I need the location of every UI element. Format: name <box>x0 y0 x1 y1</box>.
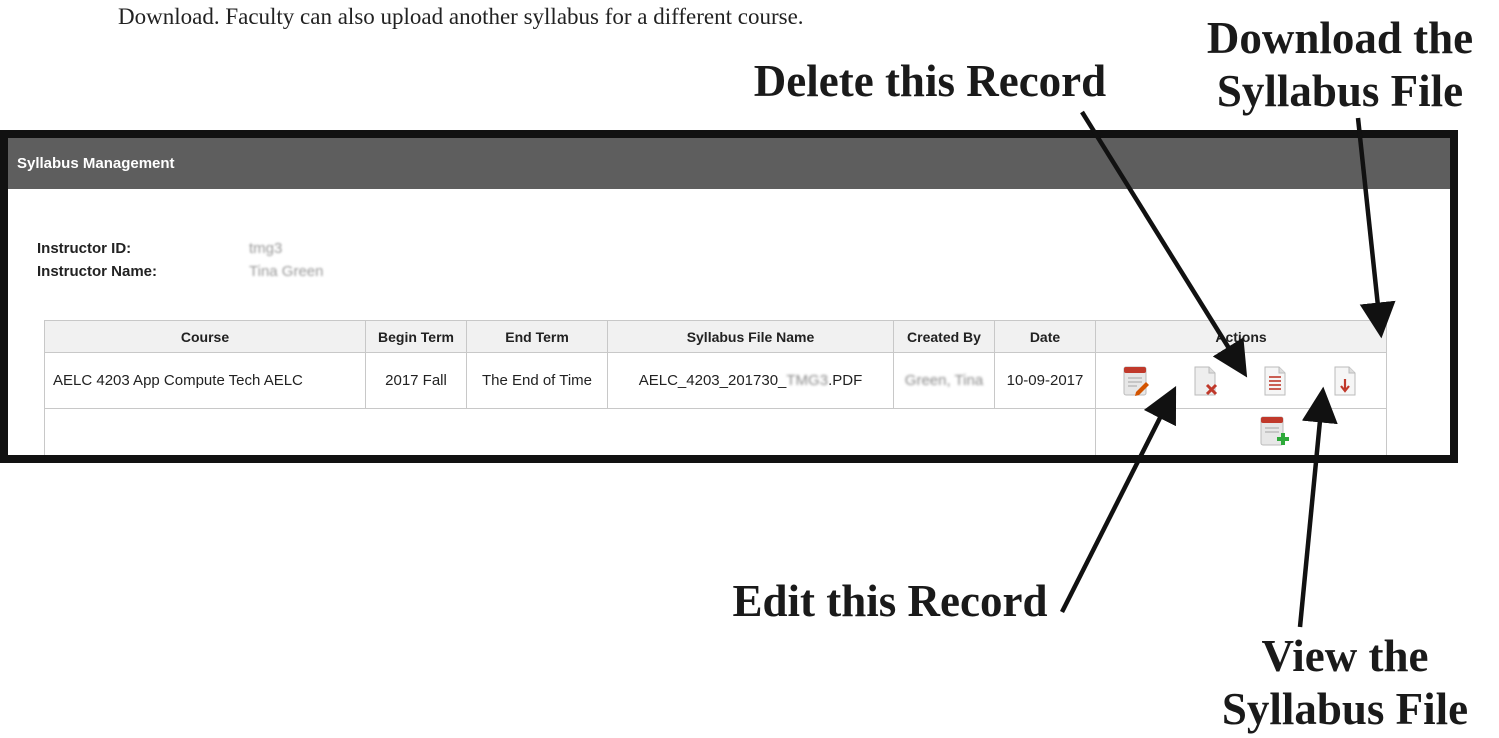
file-name-blurred: TMG3 <box>786 372 829 389</box>
instructor-id-row: Instructor ID: tmg3 <box>37 240 282 257</box>
instructor-name-value: Tina Green <box>249 263 324 280</box>
cell-date: 10-09-2017 <box>994 352 1096 409</box>
file-name-suffix: .PDF <box>828 372 863 389</box>
edit-record-icon[interactable] <box>1123 365 1149 397</box>
syllabus-management-panel: Syllabus Management Instructor ID: tmg3 … <box>0 130 1458 463</box>
panel-title: Syllabus Management <box>8 138 1450 189</box>
column-header-end-term: End Term <box>466 320 608 353</box>
column-header-date: Date <box>994 320 1096 353</box>
table-header-row: Course Begin Term End Term Syllabus File… <box>44 320 1387 353</box>
cell-actions <box>1095 352 1387 409</box>
instructor-name-row: Instructor Name: Tina Green <box>37 263 323 280</box>
instructor-name-label: Instructor Name: <box>37 263 158 280</box>
column-header-actions: Actions <box>1095 320 1387 353</box>
callout-view-line1: View the <box>1261 631 1429 681</box>
column-header-file-name: Syllabus File Name <box>607 320 894 353</box>
callout-download-line2: Syllabus File <box>1216 66 1464 116</box>
callout-delete-record: Delete this Record <box>753 56 1107 106</box>
cell-begin-term: 2017 Fall <box>365 352 467 409</box>
delete-record-icon[interactable] <box>1193 365 1219 397</box>
table-row-empty <box>44 408 1387 455</box>
callout-edit-record: Edit this Record <box>732 576 1048 626</box>
cell-file-name: AELC_4203_201730_TMG3.PDF <box>607 352 894 409</box>
empty-cell <box>44 408 1096 455</box>
column-header-course: Course <box>44 320 366 353</box>
add-record-icon[interactable] <box>1260 416 1290 448</box>
instructor-id-value: tmg3 <box>249 240 283 257</box>
callout-view-file: View the Syllabus File <box>1195 630 1495 736</box>
callout-download-line1: Download the <box>1206 13 1474 63</box>
file-name-prefix: AELC_4203_201730_ <box>638 372 787 389</box>
cell-created-by: Green, Tina <box>893 352 995 409</box>
view-file-icon[interactable] <box>1263 365 1289 397</box>
callout-download-file: Download the Syllabus File <box>1185 12 1495 118</box>
column-header-begin-term: Begin Term <box>365 320 467 353</box>
empty-actions-cell <box>1095 408 1387 455</box>
cell-course: AELC 4203 App Compute Tech AELC <box>44 352 366 409</box>
syllabus-table: Course Begin Term End Term Syllabus File… <box>44 320 1387 455</box>
cell-end-term: The End of Time <box>466 352 608 409</box>
callout-view-line2: Syllabus File <box>1221 684 1469 734</box>
download-file-icon[interactable] <box>1333 365 1359 397</box>
column-header-created-by: Created By <box>893 320 995 353</box>
created-by-value: Green, Tina <box>904 372 984 389</box>
instructor-id-label: Instructor ID: <box>37 240 132 257</box>
table-row: AELC 4203 App Compute Tech AELC 2017 Fal… <box>44 352 1387 409</box>
intro-text: Download. Faculty can also upload anothe… <box>118 4 804 29</box>
